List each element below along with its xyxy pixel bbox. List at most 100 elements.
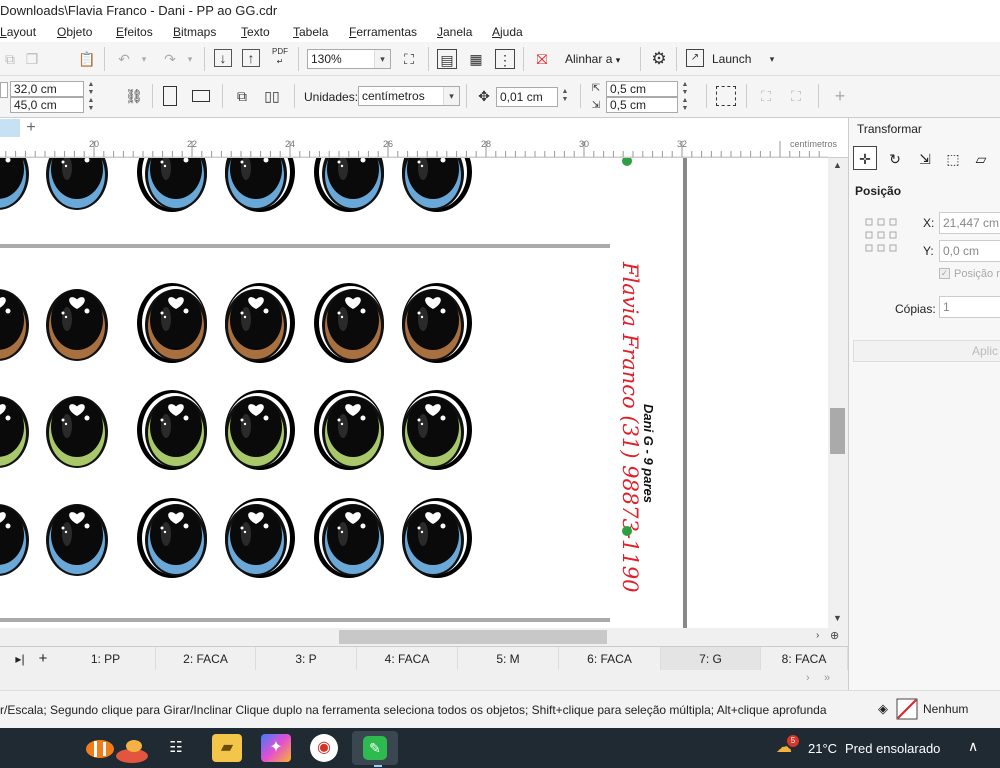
menu-efeitos[interactable]: Efeitos [116, 22, 153, 42]
position-y-field[interactable]: 0,0 cm [939, 240, 1000, 262]
nudge-stepper[interactable]: ▲ ▼ [560, 88, 570, 104]
horizontal-scroll-thumb[interactable] [339, 630, 607, 644]
horizontal-scrollbar[interactable]: › ⊕ [0, 628, 848, 646]
pdf-icon[interactable]: PDF ↵ [270, 47, 290, 67]
zoom-icon[interactable]: ⊕ [830, 629, 839, 642]
scroll-up-icon[interactable]: ▲ [833, 160, 842, 170]
relative-position-checkbox[interactable]: ✓ [939, 268, 950, 279]
page-tab-6[interactable]: 6: FACA [559, 647, 661, 671]
landscape-icon[interactable] [192, 90, 210, 102]
vertical-scroll-thumb[interactable] [830, 408, 845, 454]
menu-objeto[interactable]: Objeto [57, 22, 92, 42]
redo-dropdown-icon[interactable]: ▾ [180, 49, 200, 69]
eye-sparkle [417, 526, 421, 530]
current-page-icon[interactable]: ▯▯ [262, 86, 282, 106]
menu-tabela[interactable]: Tabela [293, 22, 328, 42]
rotate-tab-icon[interactable]: ↻ [883, 146, 907, 170]
paste-icon[interactable]: 📋 [77, 49, 97, 69]
last-page-icon[interactable]: ▸| [10, 647, 30, 671]
lock-ratio-icon[interactable]: ⛓ [124, 86, 144, 106]
copy-style-icon[interactable]: ❐ [22, 49, 42, 69]
copilot-icon[interactable]: ✦ [261, 734, 291, 762]
vertical-text-red[interactable]: Flavia Franco (31) 98873-1190 [618, 261, 642, 592]
chevron-down-icon[interactable]: ▾ [374, 50, 390, 68]
file-explorer-icon[interactable]: ▰ [212, 734, 242, 762]
page-tab-7-active[interactable]: 7: G [661, 647, 761, 671]
page-tab-8[interactable]: 8: FACA [761, 647, 848, 671]
mirror-tab-icon[interactable]: ⇲ [913, 146, 937, 170]
menu-janela[interactable]: Janela [437, 22, 472, 42]
all-pages-icon[interactable]: ⧉ [232, 86, 252, 106]
width-stepper[interactable]: ▲ ▼ [86, 81, 96, 97]
import-icon[interactable]: ↓ [214, 49, 232, 67]
page-tab-5[interactable]: 5: M [458, 647, 559, 671]
page-tab-1[interactable]: 1: PP [56, 647, 156, 671]
task-view-icon[interactable]: ☷ [161, 734, 191, 762]
add-icon[interactable]: + [830, 86, 850, 106]
full-screen-icon[interactable]: ⛶ [399, 49, 419, 69]
page-tab-2[interactable]: 2: FACA [156, 647, 256, 671]
scroll-tabs-right-icon[interactable]: » [824, 672, 830, 684]
launch-dropdown-icon[interactable]: ▾ [762, 49, 782, 69]
menu-texto[interactable]: Texto [241, 22, 270, 42]
gear-icon[interactable]: ⚙ [649, 49, 669, 69]
apply-button[interactable]: Aplic [853, 340, 1000, 362]
zoom-combo[interactable]: 130% ▾ [307, 49, 391, 69]
align-to-button[interactable]: Alinhar a ▾ [565, 52, 620, 66]
eye-shine [161, 307, 171, 331]
chrome-icon[interactable]: ◉ [310, 734, 338, 762]
dup-y-stepper[interactable]: ▲ ▼ [680, 97, 690, 113]
redo-icon[interactable]: ↷ [160, 49, 180, 69]
position-x-field[interactable]: 21,447 cm [939, 212, 1000, 234]
page-tab-3[interactable]: 3: P [256, 647, 357, 671]
units-combo[interactable]: centímetros ▾ [358, 86, 460, 106]
nudge-icon[interactable]: ✥ [474, 86, 494, 106]
undo-dropdown-icon[interactable]: ▾ [134, 49, 154, 69]
page-border-icon[interactable] [716, 86, 736, 106]
vertical-text-black[interactable]: Dani G - 9 pares [641, 404, 656, 503]
rulers-icon[interactable]: ▤ [437, 49, 457, 69]
copy-icon[interactable]: ⧉ [0, 49, 20, 69]
treat-as-filled-icon[interactable]: ⛶ [756, 86, 776, 106]
document-tab[interactable] [0, 119, 20, 137]
system-tray-chevron-icon[interactable]: ∧ [968, 738, 978, 755]
desktop-widget[interactable] [78, 734, 150, 764]
snap-off-icon[interactable]: ⛝ [532, 49, 552, 69]
vertical-scrollbar[interactable]: ▲ ▼ [828, 158, 848, 628]
anchor-grid-icon[interactable] [865, 218, 897, 252]
add-page-icon[interactable]: + [32, 647, 54, 671]
position-tab-icon[interactable]: ✛ [853, 146, 877, 170]
chevron-down-icon[interactable]: ▾ [443, 87, 459, 105]
menu-layout[interactable]: Layout [0, 22, 36, 42]
duplicate-y-field[interactable]: 0,5 cm [606, 97, 678, 113]
page-tab-4[interactable]: 4: FACA [357, 647, 458, 671]
duplicate-x-field[interactable]: 0,5 cm [606, 81, 678, 97]
menu-bitmaps[interactable]: Bitmaps [173, 22, 216, 42]
scroll-down-icon[interactable]: ▼ [833, 613, 842, 623]
coreldraw-taskbar-button[interactable]: ✎ [352, 731, 398, 765]
weather-temp[interactable]: 21°C [808, 741, 837, 756]
scroll-right-icon[interactable]: › [816, 630, 819, 641]
grid-icon[interactable]: ▦ [466, 49, 486, 69]
guidelines-icon[interactable]: ⋮ [495, 49, 515, 69]
weather-desc[interactable]: Pred ensolarado [845, 741, 940, 756]
copies-field[interactable]: 1 [939, 296, 1000, 318]
launch-icon[interactable]: ↗ [686, 49, 704, 67]
portrait-icon[interactable] [163, 86, 177, 106]
menu-ajuda[interactable]: Ajuda [492, 22, 523, 42]
edit-across-layers-icon[interactable]: ⛶ [786, 86, 806, 106]
width-field[interactable]: 32,0 cm [10, 81, 84, 97]
drawing-canvas[interactable]: Flavia Franco (31) 98873-1190 Dani G - 9… [0, 158, 828, 628]
scroll-tabs-left-icon[interactable]: › [806, 672, 810, 684]
skew-tab-icon[interactable]: ▱ [969, 146, 993, 170]
size-tab-icon[interactable]: ⬚ [941, 146, 965, 170]
nudge-field[interactable]: 0,01 cm [496, 87, 558, 107]
dup-x-stepper[interactable]: ▲ ▼ [680, 81, 690, 97]
export-icon[interactable]: ↑ [242, 49, 260, 67]
add-document-icon[interactable]: + [22, 119, 40, 137]
undo-icon[interactable]: ↶ [114, 49, 134, 69]
launch-button[interactable]: Launch [712, 52, 751, 66]
menu-ferramentas[interactable]: Ferramentas [349, 22, 417, 42]
height-field[interactable]: 45,0 cm [10, 97, 84, 113]
height-stepper[interactable]: ▲ ▼ [86, 97, 96, 113]
